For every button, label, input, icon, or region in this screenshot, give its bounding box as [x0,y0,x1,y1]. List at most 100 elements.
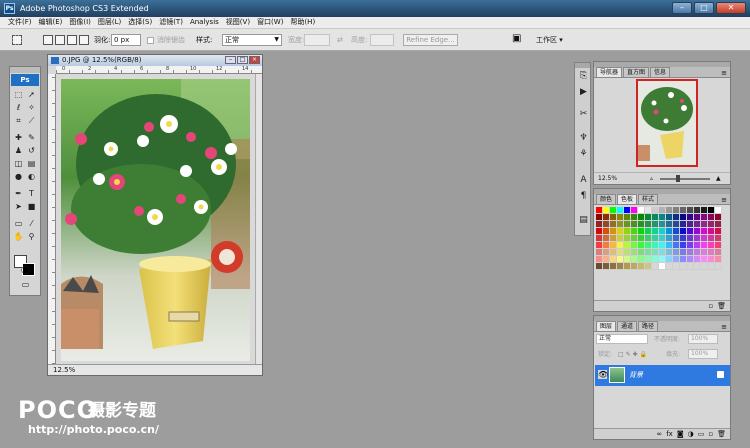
color-swatch[interactable] [645,256,652,263]
color-swatch[interactable] [631,242,638,249]
navigator-zoom-value[interactable]: 12.5% [598,175,617,182]
close-button[interactable]: ✕ [716,2,746,14]
notes-tool-icon[interactable]: ▭ [13,219,24,229]
color-swatch[interactable] [680,221,687,228]
color-swatch[interactable] [610,235,617,242]
color-swatch[interactable] [666,242,673,249]
color-swatch[interactable] [708,256,715,263]
zoom-slider-handle[interactable] [676,175,680,182]
color-swatch[interactable] [708,228,715,235]
feather-input[interactable]: 0 px [111,34,141,46]
navigator-thumbnail[interactable] [636,79,698,167]
lasso-tool-icon[interactable]: ℓ [13,103,24,113]
eye-icon[interactable]: 👁 [598,370,608,379]
color-swatch[interactable] [603,249,610,256]
clone-source-icon[interactable]: ⚘ [578,149,589,160]
color-swatch[interactable] [610,256,617,263]
color-swatch[interactable] [624,256,631,263]
document-scrollbar[interactable] [255,74,262,364]
document-close-button[interactable]: × [249,56,260,64]
minimize-button[interactable]: – [672,2,692,14]
color-swatch[interactable] [631,228,638,235]
color-swatch[interactable] [610,242,617,249]
color-swatch[interactable] [638,256,645,263]
color-swatch[interactable] [701,263,708,270]
color-swatch[interactable] [652,263,659,270]
color-swatch[interactable] [680,263,687,270]
color-swatch[interactable] [631,221,638,228]
color-swatch[interactable] [715,221,722,228]
color-swatch[interactable] [610,228,617,235]
color-swatch[interactable] [659,249,666,256]
color-swatch[interactable] [645,249,652,256]
color-swatch[interactable] [624,207,631,214]
color-swatch[interactable] [680,256,687,263]
color-swatch[interactable] [596,228,603,235]
tab-info[interactable]: 信息 [650,67,671,77]
actions-panel-icon[interactable]: ▶ [578,87,589,98]
character-panel-icon[interactable]: A [578,175,589,186]
link-layers-icon[interactable]: ∞ [656,430,662,438]
color-swatch[interactable] [603,256,610,263]
color-swatch[interactable] [617,256,624,263]
color-swatch[interactable] [673,221,680,228]
color-swatch[interactable] [624,242,631,249]
tab-paths[interactable]: 路径 [638,321,659,331]
color-swatch[interactable] [666,249,673,256]
color-swatch[interactable] [610,263,617,270]
color-swatch[interactable] [715,256,722,263]
workspace-menu[interactable]: 工作区 ▾ [536,35,563,45]
color-swatch[interactable] [603,263,610,270]
color-swatch[interactable] [708,207,715,214]
gradient-tool-icon[interactable]: ▤ [26,159,37,169]
color-swatch[interactable] [694,263,701,270]
color-swatch[interactable] [603,228,610,235]
color-swatch[interactable] [694,249,701,256]
color-swatch[interactable] [624,235,631,242]
menu-file[interactable]: 文件(F) [8,17,32,28]
color-swatch[interactable] [624,214,631,221]
color-swatch[interactable] [680,228,687,235]
color-swatch[interactable] [617,235,624,242]
color-swatch[interactable] [673,235,680,242]
lock-icons[interactable]: □ ✎ ✚ 🔒 [618,349,647,360]
clone-stamp-tool-icon[interactable]: ♟ [13,146,24,156]
color-swatch[interactable] [701,249,708,256]
menu-analysis[interactable]: Analysis [190,17,219,28]
color-swatch[interactable] [652,235,659,242]
color-swatch[interactable] [687,228,694,235]
color-swatch[interactable] [687,242,694,249]
menu-layer[interactable]: 图层(L) [98,17,121,28]
color-swatch[interactable] [708,235,715,242]
color-swatch[interactable] [596,221,603,228]
history-panel-icon[interactable]: ⎘ [578,71,589,82]
quick-mask-icon[interactable]: ◯ [20,265,31,275]
color-swatch[interactable] [673,263,680,270]
hand-tool-icon[interactable]: ✋ [13,232,24,242]
color-swatch[interactable] [603,207,610,214]
brushes-panel-icon[interactable]: ♆ [578,133,589,144]
color-swatch[interactable] [610,221,617,228]
swap-icon[interactable]: ⇄ [337,35,343,45]
color-swatch[interactable] [638,249,645,256]
color-swatch[interactable] [645,221,652,228]
menu-view[interactable]: 视图(V) [226,17,250,28]
type-tool-icon[interactable]: T [26,189,37,199]
color-swatch[interactable] [645,207,652,214]
color-swatch[interactable] [610,207,617,214]
color-swatch[interactable] [596,263,603,270]
color-swatch[interactable] [652,256,659,263]
color-swatch[interactable] [680,235,687,242]
color-swatch[interactable] [617,242,624,249]
color-swatch[interactable] [666,221,673,228]
color-swatch[interactable] [701,228,708,235]
color-swatch[interactable] [708,249,715,256]
color-swatch[interactable] [596,235,603,242]
color-swatch[interactable] [680,242,687,249]
color-swatch[interactable] [701,221,708,228]
color-swatch[interactable] [652,207,659,214]
color-swatch[interactable] [596,249,603,256]
blend-mode-select[interactable]: 正常 [596,334,648,344]
color-swatch[interactable] [638,207,645,214]
color-swatch[interactable] [617,221,624,228]
